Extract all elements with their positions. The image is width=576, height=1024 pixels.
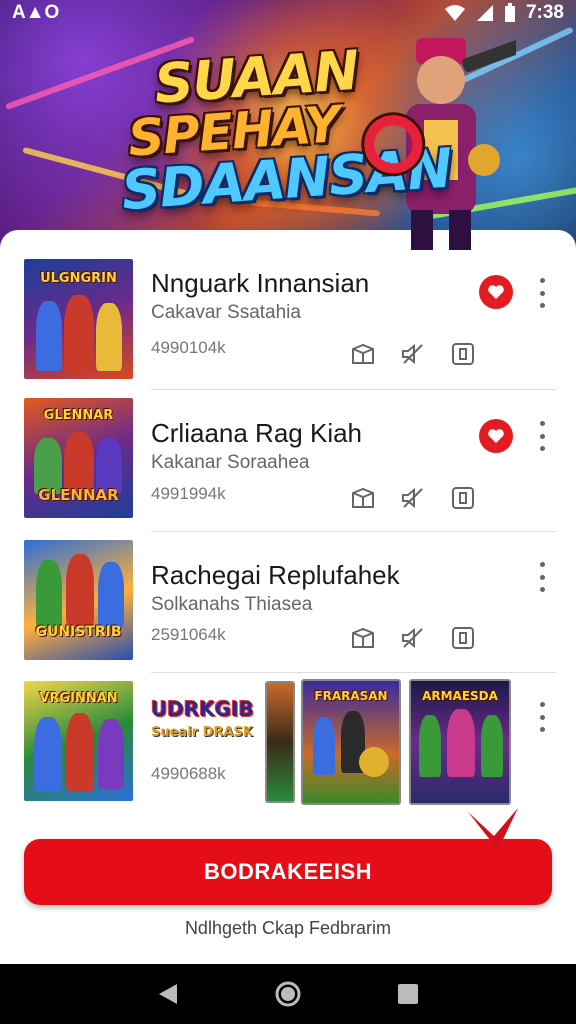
game-title[interactable]: Crliaana Rag Kiah xyxy=(151,418,362,449)
row-divider xyxy=(151,672,556,673)
mute-button[interactable] xyxy=(398,624,428,652)
heart-icon xyxy=(488,429,504,443)
game-subtitle: Kakanar Soraahea xyxy=(151,452,310,473)
row-divider xyxy=(151,389,556,390)
status-bar: A▲O 7:38 xyxy=(0,0,576,26)
game-title[interactable]: Rachegai Replufahek xyxy=(151,560,400,591)
banner-title: UDRKGIB xyxy=(151,697,254,721)
box-icon xyxy=(352,487,374,508)
more-options-button[interactable] xyxy=(534,421,550,451)
more-options-button[interactable] xyxy=(534,702,550,732)
speaker-off-icon xyxy=(402,487,423,509)
status-left-text: A▲O xyxy=(12,2,60,23)
signal-icon xyxy=(476,5,493,21)
thumbnail-title: GLENNAR xyxy=(43,408,114,423)
screenshot-card[interactable]: FRARASAN xyxy=(301,679,401,805)
game-thumbnail[interactable]: ULGNGRIN xyxy=(24,259,133,379)
game-subtitle: Solkanahs Thiaseа xyxy=(151,594,313,615)
favorite-button[interactable] xyxy=(479,419,513,453)
row-divider xyxy=(151,531,556,532)
info-card-icon xyxy=(452,627,474,649)
thumbnail-title: ULGNGRIN xyxy=(40,271,117,286)
pointer-arrow-icon xyxy=(468,808,518,850)
share-button[interactable] xyxy=(348,624,378,652)
thumbnail-title: VRGINNAN xyxy=(39,691,118,706)
info-button[interactable] xyxy=(448,484,478,512)
game-logo: SUAAN SPEHAY SDAANSAN xyxy=(113,39,454,223)
android-navigation-bar xyxy=(0,964,576,1024)
game-meta: 4990104k xyxy=(151,338,226,357)
speaker-off-icon xyxy=(402,627,423,649)
info-card-icon xyxy=(452,343,474,365)
screenshot-title: ARMAESDA xyxy=(422,689,498,703)
hero-banner: A▲O 7:38 SUAAN SPEHAY SDAANSAN xyxy=(0,0,576,250)
game-meta: 2591064k xyxy=(151,625,226,644)
screenshot-card[interactable]: ARMAESDA xyxy=(409,679,511,805)
battery-icon xyxy=(504,3,515,22)
more-options-button[interactable] xyxy=(534,278,550,308)
recents-icon[interactable] xyxy=(397,983,419,1005)
game-meta: 4990688k xyxy=(151,764,226,783)
screenshot-title: FRARASAN xyxy=(314,689,388,703)
heart-icon xyxy=(488,285,504,299)
share-button[interactable] xyxy=(348,340,378,368)
box-icon xyxy=(352,343,374,364)
speaker-off-icon xyxy=(402,343,423,365)
wifi-icon xyxy=(444,5,465,21)
game-logo-banner: UDRKGIB Sueair DRASK xyxy=(151,697,254,757)
game-thumbnail[interactable]: VRGINNAN xyxy=(24,681,133,801)
thumbnail-title: GUNISTRIB xyxy=(35,624,122,640)
share-button[interactable] xyxy=(348,484,378,512)
game-thumbnail[interactable]: GLENNAR GLENNAR xyxy=(24,398,133,518)
back-icon[interactable] xyxy=(157,982,179,1006)
game-title[interactable]: Nnguark Innansian xyxy=(151,268,369,299)
game-meta: 4991994k xyxy=(151,484,226,503)
info-card-icon xyxy=(452,487,474,509)
favorite-button[interactable] xyxy=(479,275,513,309)
screenshot-strip-edge[interactable] xyxy=(265,681,295,803)
status-time: 7:38 xyxy=(525,2,564,23)
footer-link[interactable]: Ndlhgeth Ckap Fedbrarim xyxy=(0,918,576,939)
mute-button[interactable] xyxy=(398,340,428,368)
info-button[interactable] xyxy=(448,624,478,652)
box-icon xyxy=(352,627,374,648)
more-options-button[interactable] xyxy=(534,562,550,592)
mute-button[interactable] xyxy=(398,484,428,512)
home-icon[interactable] xyxy=(274,980,302,1008)
banner-subtitle: Sueair DRASK xyxy=(151,725,253,740)
game-thumbnail[interactable]: GUNISTRIB xyxy=(24,540,133,660)
game-subtitle: Cakavar Ssatahia xyxy=(151,302,301,323)
info-button[interactable] xyxy=(448,340,478,368)
